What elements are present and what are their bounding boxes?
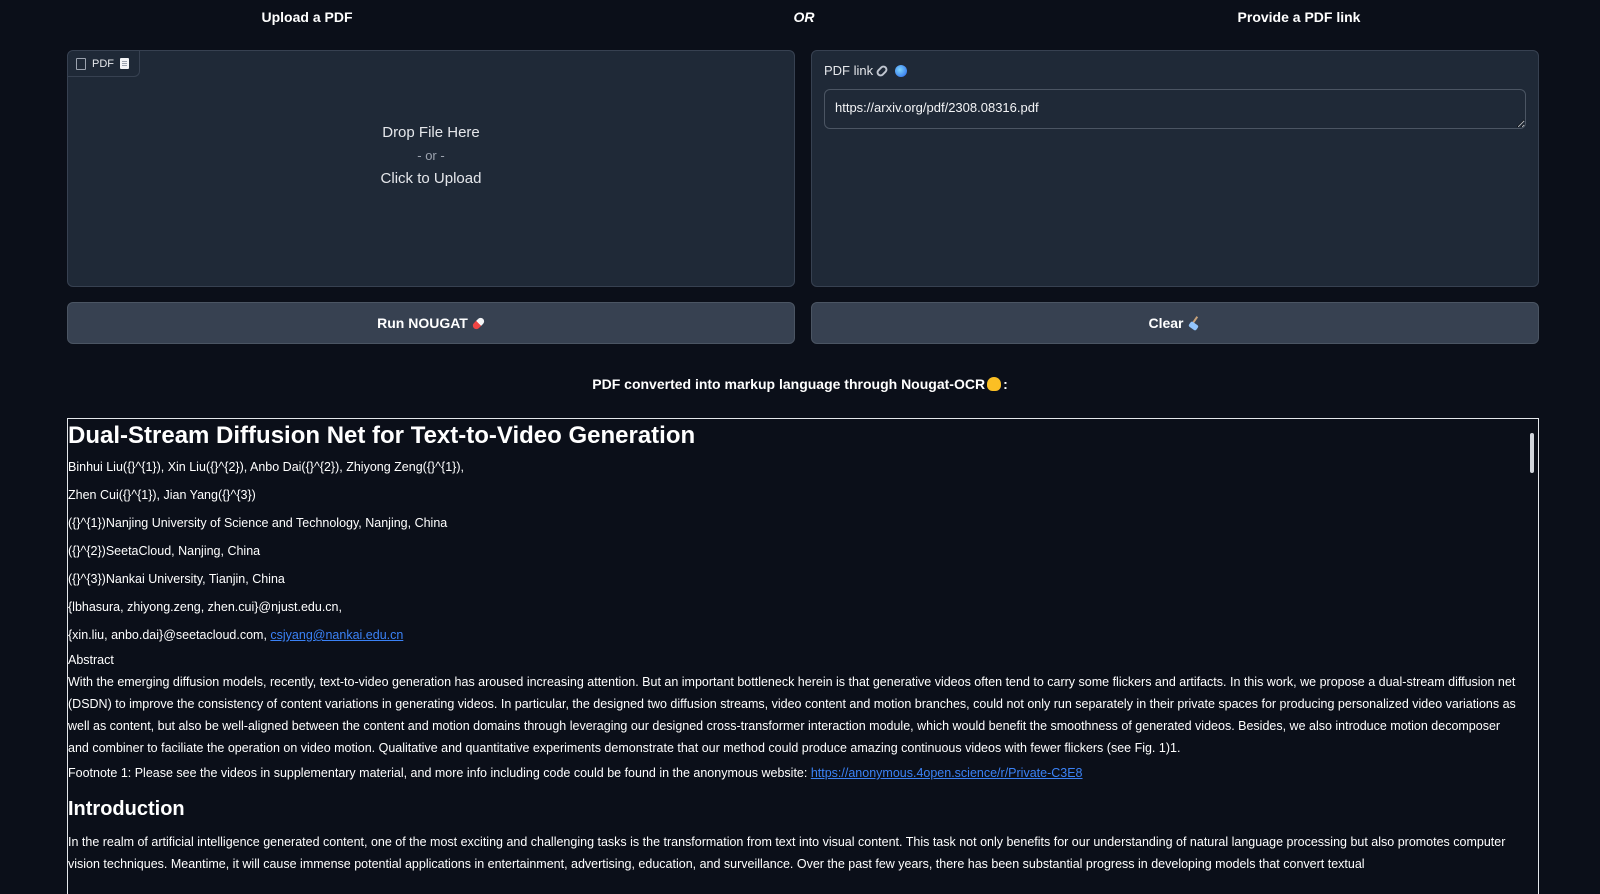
link-emoji-icon: [875, 63, 890, 78]
run-nougat-button[interactable]: Run NOUGAT: [67, 302, 795, 344]
footnote-text: Footnote 1: Please see the videos in sup…: [68, 766, 811, 780]
email-line-2: {xin.liu, anbo.dai}@seetacloud.com, csjy…: [68, 621, 1524, 649]
globe-emoji-icon: [895, 64, 908, 77]
email-line-1: {lbhasura, zhiyong.zeng, zhen.cui}@njust…: [68, 600, 342, 614]
authors-line-2: Zhen Cui({}^{1}), Jian Yang({}^{3}): [68, 488, 256, 502]
abstract-text: With the emerging diffusion models, rece…: [68, 675, 1516, 755]
clear-button[interactable]: Clear: [811, 302, 1539, 344]
converted-document: Dual-Stream Diffusion Net for Text-to-Vi…: [68, 419, 1524, 875]
affiliation-3: ({}^{3})Nankai University, Tianjin, Chin…: [68, 572, 285, 586]
file-icon: [76, 57, 86, 70]
section-headers: Upload a PDF OR Provide a PDF link: [0, 0, 1600, 36]
broom-emoji-icon: [1188, 316, 1202, 330]
pdf-upload-panel: PDF Drop File Here - or - Click to Uploa…: [67, 50, 795, 287]
abstract-label: Abstract: [68, 653, 114, 667]
footnote-link[interactable]: https://anonymous.4open.science/r/Privat…: [811, 766, 1083, 780]
scrollbar-thumb[interactable]: [1530, 433, 1534, 473]
email-link[interactable]: csjyang@nankai.edu.cn: [270, 628, 403, 642]
or-text: - or -: [417, 147, 445, 163]
clear-label: Clear: [1148, 315, 1184, 331]
introduction-heading: Introduction: [68, 798, 185, 820]
or-separator: OR: [793, 9, 815, 25]
pdf-link-panel: PDF link https://arxiv.org/pdf/2308.0831…: [811, 50, 1539, 287]
page-emoji-icon: [120, 58, 129, 69]
pill-emoji-icon: [471, 315, 486, 331]
pdf-file-label: PDF: [68, 51, 140, 77]
pdf-link-label-text: PDF link: [824, 63, 874, 78]
paper-title: Dual-Stream Diffusion Net for Text-to-Vi…: [68, 422, 696, 449]
run-nougat-label: Run NOUGAT: [377, 315, 468, 331]
result-heading-suffix: :: [1003, 376, 1008, 392]
pdf-tag-text: PDF: [92, 57, 114, 70]
file-drop-zone[interactable]: Drop File Here - or - Click to Upload: [68, 76, 794, 286]
pdf-link-label: PDF link: [824, 63, 908, 78]
markdown-output[interactable]: Dual-Stream Diffusion Net for Text-to-Vi…: [67, 418, 1539, 894]
authors-line-1: Binhui Liu({}^{1}), Xin Liu({}^{2}), Anb…: [68, 460, 464, 474]
introduction-text: In the realm of artificial intelligence …: [68, 835, 1506, 871]
result-heading-text: PDF converted into markup language throu…: [592, 376, 986, 392]
click-to-upload-text: Click to Upload: [380, 169, 482, 187]
link-header: Provide a PDF link: [1237, 9, 1361, 25]
result-heading: PDF converted into markup language throu…: [0, 376, 1600, 392]
email-line-2-text: {xin.liu, anbo.dai}@seetacloud.com,: [68, 628, 271, 642]
affiliation-2: ({}^{2})SeetaCloud, Nanjing, China: [68, 544, 261, 558]
pointing-down-hand-icon: [987, 377, 1002, 391]
pdf-link-input[interactable]: https://arxiv.org/pdf/2308.08316.pdf: [824, 89, 1526, 129]
upload-header: Upload a PDF: [261, 9, 353, 25]
drop-file-text: Drop File Here: [382, 123, 480, 141]
footnote: Footnote 1: Please see the videos in sup…: [68, 759, 1524, 787]
affiliation-1: ({}^{1})Nanjing University of Science an…: [68, 516, 448, 530]
